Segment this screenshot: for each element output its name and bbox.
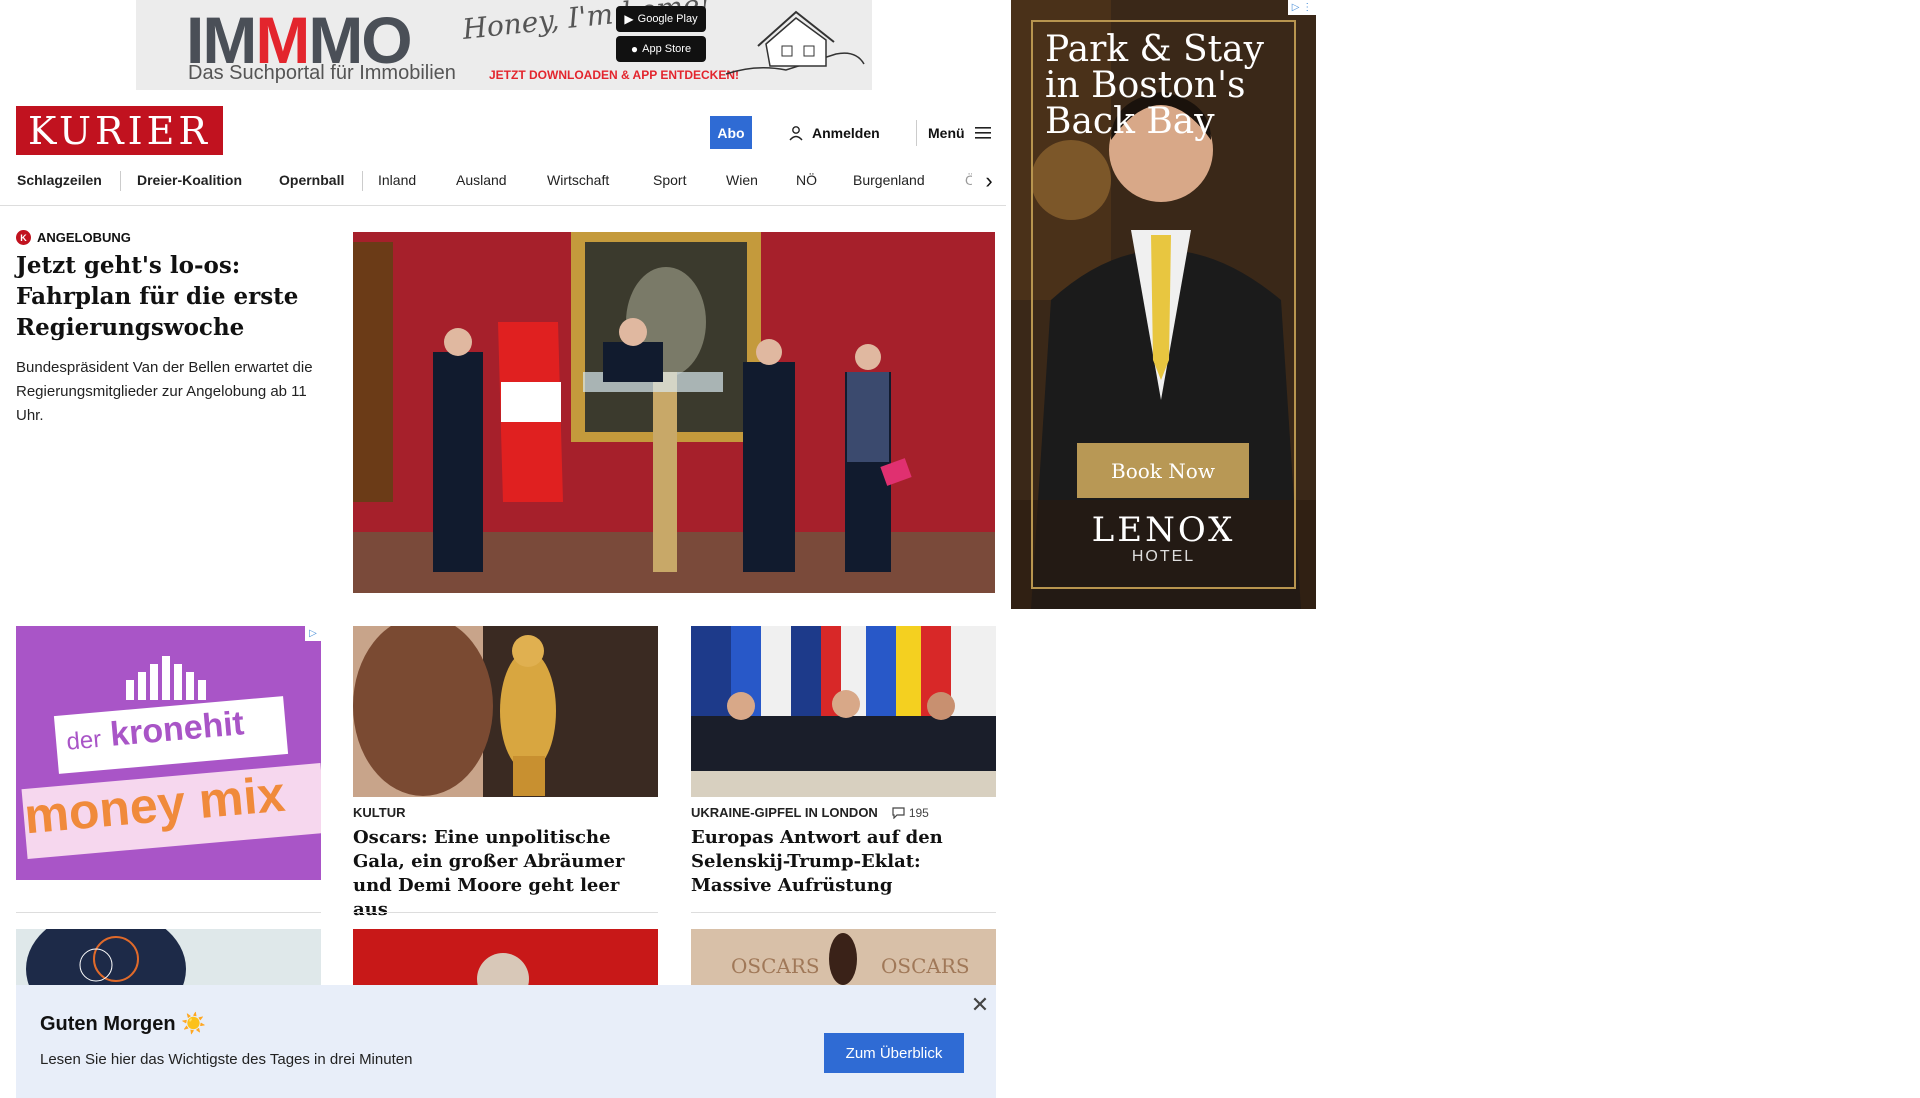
house-hand-illustration xyxy=(725,10,865,75)
lead-headline[interactable]: Jetzt geht's lo-os: Fahrplan für die ers… xyxy=(16,250,316,343)
play-icon: ▶ xyxy=(624,12,634,26)
login-label: Anmelden xyxy=(812,125,880,141)
comment-count-value: 195 xyxy=(908,805,929,820)
morning-briefing-banner: Guten Morgen ☀️ Lesen Sie hier das Wicht… xyxy=(16,985,996,1098)
card-kicker-kultur: Kultur xyxy=(353,805,406,820)
lenox-brand: LENOX xyxy=(1091,510,1236,550)
card-kicker-ukraine-label: Ukraine-Gipfel in London xyxy=(691,805,878,820)
book-now-button[interactable]: Book Now xyxy=(1077,443,1249,498)
immmo-cta: JETZT DOWNLOADEN & APP ENTDECKEN! xyxy=(489,68,740,82)
nav-item-wirtschaft[interactable]: Wirtschaft xyxy=(547,172,609,188)
zum-ueberblick-button[interactable]: Zum Überblick xyxy=(824,1033,964,1073)
kronehit-ad[interactable]: der kronehit money mix ▷ xyxy=(16,626,321,880)
nav-item-burgenland[interactable]: Burgenland xyxy=(853,172,925,188)
lead-kicker-label: Angelobung xyxy=(37,230,131,245)
apple-icon: ● xyxy=(630,42,639,56)
nav-item-noe[interactable]: NÖ xyxy=(796,172,817,188)
lead-teaser: Bundespräsident Van der Bellen erwartet … xyxy=(16,359,313,424)
headline-line: Back Bay xyxy=(1045,101,1215,142)
kronehit-der: der xyxy=(65,725,103,756)
nav-separator xyxy=(362,171,363,191)
section-nav: Schlagzeilen Dreier-Koalition Opernball … xyxy=(0,164,1006,206)
teaser-photo-red[interactable] xyxy=(353,929,658,985)
google-play-badge[interactable]: ▶ Google Play xyxy=(616,6,706,32)
teaser-photo-oscars-carpet[interactable]: OSCARS OSCARS xyxy=(691,929,996,985)
nav-scroll-right[interactable]: › xyxy=(972,164,1006,198)
lenox-brand-sub: HOTEL xyxy=(1131,548,1196,565)
menu-label: Menü xyxy=(928,125,965,141)
ukraine-summit-photo[interactable] xyxy=(691,626,996,797)
nav-item-wien[interactable]: Wien xyxy=(726,172,758,188)
nav-item-inland[interactable]: Inland xyxy=(378,172,416,188)
adchoices-icon[interactable]: ▷ ⋮ xyxy=(1288,0,1316,15)
nav-item-ausland[interactable]: Ausland xyxy=(456,172,507,188)
crown-equalizer-icon xyxy=(126,656,206,700)
card-headline-ukraine[interactable]: Europas Antwort auf den Selenskij-Trump-… xyxy=(691,826,996,898)
close-icon[interactable]: ✕ xyxy=(968,992,992,1017)
adchoices-icon[interactable]: ▷ xyxy=(305,626,321,641)
oscars-backdrop-text: OSCARS xyxy=(731,954,820,978)
card-headline-oscars[interactable]: Oscars: Eine unpolitische Gala, ein groß… xyxy=(353,826,658,922)
headline-line: Park & Stay xyxy=(1045,29,1264,70)
immmo-ad-banner[interactable]: IMMMO Das Suchportal für Immobilien Hone… xyxy=(136,0,872,90)
banner-text: Lesen Sie hier das Wichtigste des Tages … xyxy=(40,1051,413,1068)
nav-item-sport[interactable]: Sport xyxy=(653,172,686,188)
hamburger-icon xyxy=(974,127,991,139)
menu-button[interactable]: Menü xyxy=(928,121,991,145)
oscars-photo[interactable] xyxy=(353,626,658,797)
banner-title: Guten Morgen ☀️ xyxy=(40,1013,207,1035)
kurier-logo[interactable]: KURIER xyxy=(16,106,223,155)
card-divider xyxy=(353,912,658,913)
lead-kicker: K Angelobung xyxy=(16,230,131,245)
card-divider xyxy=(16,912,321,913)
hotel-ad-headline: Park & Stay in Boston's Back Bay xyxy=(1045,32,1264,140)
nav-item-schlagzeilen[interactable]: Schlagzeilen xyxy=(17,172,102,188)
login-button[interactable]: Anmelden xyxy=(788,121,880,145)
immmo-tagline: Das Suchportal für Immobilien xyxy=(188,62,456,84)
nav-item-opernball[interactable]: Opernball xyxy=(279,172,344,188)
abo-button[interactable]: Abo xyxy=(710,116,752,149)
lead-photo[interactable] xyxy=(353,232,995,593)
comment-count[interactable]: 195 xyxy=(892,806,929,820)
header-divider xyxy=(916,120,917,146)
comment-icon xyxy=(892,806,905,819)
app-store-label: App Store xyxy=(642,43,692,55)
kurier-k-badge-icon: K xyxy=(16,230,31,245)
user-icon xyxy=(789,126,803,141)
nav-separator xyxy=(120,171,121,191)
chevron-right-icon: › xyxy=(985,168,993,193)
oscars-backdrop-text: OSCARS xyxy=(881,954,970,978)
nav-item-dreier-koalition[interactable]: Dreier-Koalition xyxy=(137,172,242,188)
headline-line: in Boston's xyxy=(1045,65,1246,106)
card-divider xyxy=(691,912,996,913)
google-play-label: Google Play xyxy=(637,13,698,25)
card-kicker-ukraine: Ukraine-Gipfel in London 195 xyxy=(691,805,929,820)
lenox-hotel-ad[interactable]: Park & Stay in Boston's Back Bay Book No… xyxy=(1011,0,1316,609)
app-store-badge[interactable]: ● App Store xyxy=(616,36,706,62)
teaser-photo-illustration[interactable] xyxy=(16,929,321,985)
